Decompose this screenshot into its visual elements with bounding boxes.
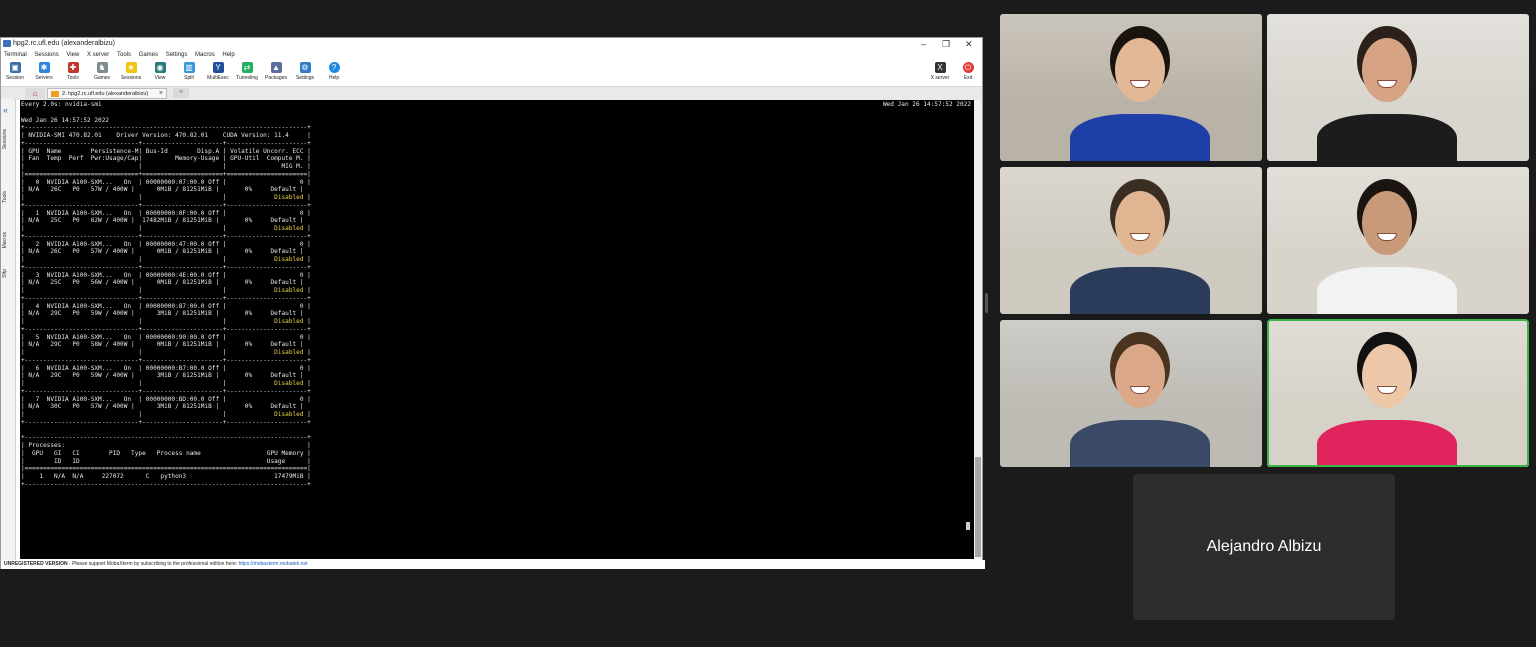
menu-sessions[interactable]: Sessions	[34, 52, 58, 58]
xserver-button[interactable]: XX server	[926, 62, 954, 81]
participant-name: Alejandro Albizu	[1206, 538, 1322, 555]
games-icon: ♞	[96, 62, 108, 73]
menu-games[interactable]: Games	[139, 52, 158, 58]
session-icon: ▣	[9, 62, 21, 73]
terminal-area[interactable]: Every 2.0s: nvidia-smi Wed Jan 26 14:57:…	[20, 100, 974, 559]
home-tab[interactable]: ⌂	[25, 88, 45, 99]
participant-body	[1317, 114, 1457, 161]
session-button[interactable]: ▣ Session	[1, 62, 29, 81]
panel-resize-handle[interactable]	[985, 293, 988, 313]
close-button[interactable]: ✕	[965, 38, 973, 50]
terminal-clock: Wed Jan 26 14:57:52 2022	[882, 101, 971, 108]
menu-xserver[interactable]: X server	[87, 52, 109, 58]
menu-settings[interactable]: Settings	[166, 52, 188, 58]
packages-button[interactable]: ▲ Packages	[262, 62, 290, 81]
sidebar-tab-tools[interactable]: Tools	[2, 191, 8, 203]
mobaxterm-window: hpg2.rc.ufl.edu (alexanderalbizu) – ❐ ✕ …	[0, 37, 985, 569]
status-message: - Please support MobaXterm by subscribin…	[67, 561, 238, 567]
participant-video-5[interactable]	[1000, 320, 1262, 467]
help-button[interactable]: ? Help	[320, 62, 348, 81]
sidebar-tab-macros[interactable]: Macros	[2, 232, 8, 248]
participant-body	[1070, 267, 1210, 314]
split-icon: ▥	[183, 62, 195, 73]
view-button[interactable]: ◉ View	[146, 62, 174, 81]
tab-bar: ⌂ 2. hpg2.rc.ufl.edu (alexanderalbizu) ×…	[1, 86, 982, 100]
packages-icon: ▲	[270, 62, 282, 73]
exit-button[interactable]: ⏻ Exit	[954, 62, 982, 81]
multiexec-icon: Y	[212, 62, 224, 73]
participant-body	[1317, 267, 1457, 314]
participant-face	[1115, 38, 1165, 102]
menu-macros[interactable]: Macros	[195, 52, 215, 58]
unregistered-label: UNREGISTERED VERSION	[4, 561, 68, 567]
sidebar-tab-sftp[interactable]: Sftp	[2, 269, 8, 278]
tab-close-icon[interactable]: ×	[159, 89, 163, 99]
menu-bar: Terminal Sessions View X server Tools Ga…	[1, 50, 982, 60]
settings-icon: ⚙	[299, 62, 311, 73]
minimize-button[interactable]: –	[921, 38, 926, 50]
participant-video-3[interactable]	[1000, 167, 1262, 314]
scrollbar-thumb[interactable]	[975, 457, 981, 557]
multiexec-button[interactable]: Y MultiExec	[204, 62, 232, 81]
window-titlebar[interactable]: hpg2.rc.ufl.edu (alexanderalbizu) – ❐ ✕	[1, 38, 982, 50]
xserver-icon: X	[934, 62, 946, 73]
status-bar: UNREGISTERED VERSION - Please support Mo…	[1, 560, 985, 569]
terminal-scrollbar[interactable]	[974, 100, 982, 559]
app-icon	[3, 40, 11, 47]
participant-body	[1070, 114, 1210, 161]
maximize-button[interactable]: ❐	[942, 38, 950, 50]
terminal-tab-icon	[51, 91, 59, 97]
participant-face	[1115, 191, 1165, 255]
terminal-output: Every 2.0s: nvidia-smi Wed Jan 26 14:57:…	[21, 101, 311, 488]
tab-session-2[interactable]: 2. hpg2.rc.ufl.edu (alexanderalbizu) ×	[47, 88, 167, 99]
participant-face	[1115, 344, 1165, 408]
games-button[interactable]: ♞ Games	[88, 62, 116, 81]
star-icon: ★	[125, 62, 137, 73]
tunneling-button[interactable]: ⇄ Tunneling	[233, 62, 261, 81]
mobatek-link[interactable]: https://mobaxterm.mobatek.net	[239, 561, 308, 567]
menu-tools[interactable]: Tools	[117, 52, 131, 58]
servers-icon: ✱	[38, 62, 50, 73]
participant-face	[1362, 191, 1412, 255]
participant-body	[1070, 420, 1210, 467]
participant-face	[1362, 38, 1412, 102]
menu-terminal[interactable]: Terminal	[4, 52, 27, 58]
collapse-chevron-icon[interactable]: «	[3, 105, 8, 115]
tools-button[interactable]: ✚ Tools	[59, 62, 87, 81]
participant-video-1[interactable]	[1000, 14, 1262, 161]
help-icon: ?	[328, 62, 340, 73]
toolbar: ▣ Session ✱ Servers ✚ Tools ♞ Games ★ Session…	[1, 60, 982, 86]
new-tab-icon: ✧	[178, 89, 184, 96]
menu-view[interactable]: View	[66, 52, 79, 58]
new-tab-button[interactable]: ✧	[173, 88, 189, 98]
tools-icon: ✚	[67, 62, 79, 73]
text-cursor	[966, 522, 970, 530]
split-button[interactable]: ▥ Split	[175, 62, 203, 81]
active-speaker-border	[1267, 319, 1529, 467]
tab-label: 2. hpg2.rc.ufl.edu (alexanderalbizu)	[62, 91, 149, 97]
participant-video-4[interactable]	[1267, 167, 1529, 314]
power-icon: ⏻	[962, 62, 974, 73]
servers-button[interactable]: ✱ Servers	[30, 62, 58, 81]
side-panel: « Sessions Tools Macros Sftp	[1, 99, 16, 560]
sessions-button[interactable]: ★ Sessions	[117, 62, 145, 81]
tunneling-icon: ⇄	[241, 62, 253, 73]
menu-help[interactable]: Help	[222, 52, 234, 58]
settings-button[interactable]: ⚙ Settings	[291, 62, 319, 81]
participant-video-2[interactable]	[1267, 14, 1529, 161]
window-title: hpg2.rc.ufl.edu (alexanderalbizu)	[13, 40, 115, 47]
participant-name-tile[interactable]: Alejandro Albizu	[1133, 474, 1395, 620]
home-icon: ⌂	[32, 89, 38, 98]
view-icon: ◉	[154, 62, 166, 73]
sidebar-tab-sessions[interactable]: Sessions	[2, 129, 8, 149]
